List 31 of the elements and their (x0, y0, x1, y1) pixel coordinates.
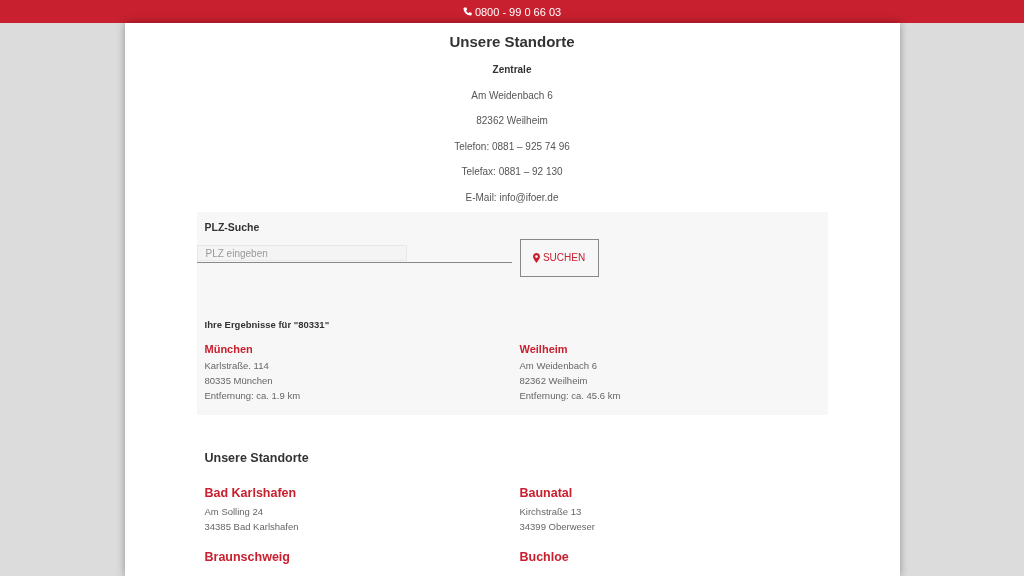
address-line: Am Solling 24 (204, 504, 265, 519)
headquarters-line: E-Mail: info@ifoer.de (465, 190, 559, 205)
headquarters-label: Zentrale (492, 63, 532, 77)
results-title: Ihre Ergebnisse für "80331" (203, 318, 331, 330)
location-name[interactable]: Bad Karlshafen (204, 484, 520, 501)
address-line: 82362 Weilheim (519, 373, 589, 388)
postcode-field[interactable]: PLZ eingeben (196, 245, 407, 262)
address-line: Am Weidenbach 6 (519, 358, 598, 373)
address-line: 34399 Oberweser (519, 519, 597, 534)
location-name[interactable]: Weilheim (519, 341, 828, 356)
headquarters-line: Telefax: 0881 – 92 130 (461, 165, 563, 180)
phone-link[interactable]: 0800 - 99 0 66 03 (462, 5, 562, 18)
headquarters-line: Telefon: 0881 – 925 74 96 (454, 139, 570, 154)
search-button[interactable]: SUCHEN (519, 238, 599, 277)
location-name[interactable]: Braunschweig (204, 548, 520, 565)
phone-icon (462, 7, 472, 16)
distance-text: Entfernung: ca. 45.6 km (519, 388, 622, 403)
address-line: 34385 Bad Karlshafen (204, 519, 300, 534)
address-line: 80335 München (204, 373, 274, 388)
page-title: Unsere Standorte (448, 33, 576, 51)
location-name[interactable]: Baunatal (519, 484, 828, 501)
headquarters-line: 82362 Weilheim (476, 114, 548, 129)
address-line: Kirchstraße 13 (519, 504, 583, 519)
distance-text: Entfernung: ca. 1.9 km (204, 388, 302, 403)
address-line: Karlstraße. 114 (204, 358, 270, 373)
location-name[interactable]: Buchloe (519, 548, 828, 565)
map-pin-icon (532, 252, 540, 263)
location-name[interactable]: München (204, 341, 520, 356)
headquarters-line: Am Weidenbach 6 (471, 88, 553, 103)
search-title: PLZ-Suche (203, 220, 261, 233)
section-title: Unsere Standorte (204, 450, 310, 465)
